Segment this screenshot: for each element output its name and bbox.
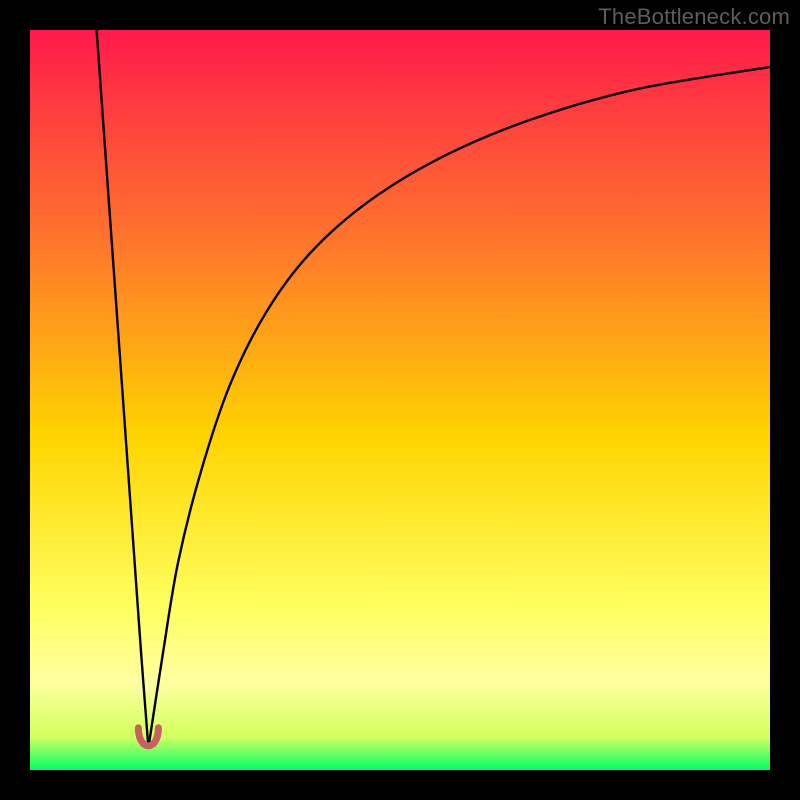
plot-area <box>30 30 770 770</box>
plot-svg <box>30 30 770 770</box>
chart-frame: TheBottleneck.com <box>0 0 800 800</box>
watermark-text: TheBottleneck.com <box>598 4 790 30</box>
